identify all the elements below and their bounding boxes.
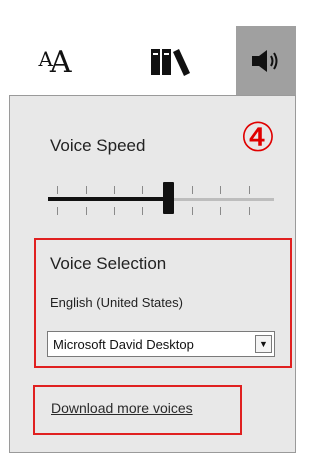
slider-tick — [114, 207, 115, 215]
slider-tick — [192, 186, 193, 194]
slider-tick — [114, 186, 115, 194]
slider-track-empty — [174, 198, 274, 201]
slider-tick — [220, 186, 221, 194]
voice-selection-title: Voice Selection — [50, 254, 167, 273]
voice-options-button[interactable] — [236, 26, 296, 96]
slider-tick — [249, 186, 250, 194]
slider-tick — [142, 186, 143, 194]
slider-tick — [249, 207, 250, 215]
slider-tick — [57, 186, 58, 194]
slider-tick — [86, 186, 87, 194]
books-icon — [151, 49, 190, 76]
slider-track-filled — [48, 197, 174, 201]
voice-language-label: English (United States) — [50, 295, 183, 310]
slider-tick — [220, 207, 221, 215]
text-options-button[interactable]: AA — [20, 28, 90, 96]
slider-tick — [86, 207, 87, 215]
annotation-marker: ④ — [240, 115, 276, 161]
voice-speed-slider[interactable] — [44, 176, 280, 216]
slider-tick — [192, 207, 193, 215]
slider-tick — [57, 207, 58, 215]
slider-tick — [142, 207, 143, 215]
slider-thumb[interactable] — [163, 182, 174, 214]
reading-options-button[interactable] — [125, 28, 215, 96]
voice-speed-label: Voice Speed — [50, 136, 146, 155]
download-more-voices-link[interactable]: Download more voices — [51, 400, 193, 416]
voice-select-dropdown[interactable]: Microsoft David Desktop ▼ — [47, 331, 275, 357]
chevron-down-icon[interactable]: ▼ — [255, 335, 272, 353]
speaker-icon — [252, 50, 278, 72]
selected-voice: Microsoft David Desktop — [53, 337, 194, 352]
text-size-icon: AA — [38, 44, 72, 80]
